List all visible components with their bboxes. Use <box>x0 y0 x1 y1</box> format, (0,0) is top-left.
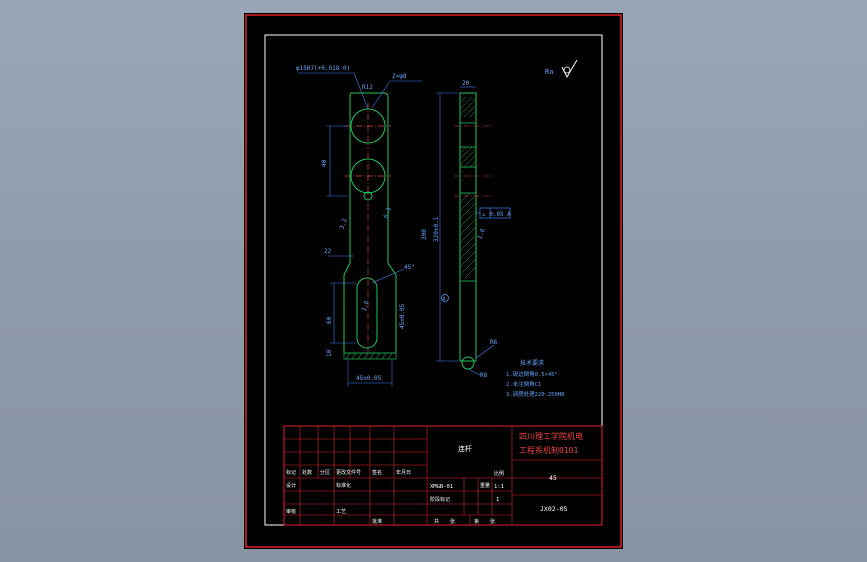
drawing-label: 工艺 <box>336 509 346 515</box>
drawing-label: 第 <box>474 518 479 525</box>
drawing-label: R8 <box>480 372 488 379</box>
drawing-no: XMGB-01 <box>430 484 453 490</box>
drawing-label: Ra <box>545 68 553 76</box>
drawing-label: 320±0.1 <box>433 216 440 242</box>
drawing-label: 3.2 <box>338 217 348 230</box>
material: 45 <box>549 474 557 482</box>
drawing-label: 20 <box>462 80 470 87</box>
drawing-label: 张 <box>490 518 495 525</box>
drawing-label: ⊥ 0.05 A <box>482 211 511 218</box>
drawing-label: 标记 <box>286 469 296 476</box>
drawing-label: 60 <box>326 316 333 324</box>
drawing-label: 1.锐边倒角0.5×45° <box>506 370 558 378</box>
drawing-code: JX02-05 <box>540 505 567 513</box>
school-line-2: 工程系机制0101 <box>519 445 578 455</box>
front-view: φ15H7(+0.018 0) 2×φ8 R12 40 22 3.2 45° 6… <box>296 65 422 387</box>
drawing-label: 1.6 <box>476 227 486 240</box>
school-line-1: 四川理工学院机电 <box>519 431 583 441</box>
drawing-label: 分区 <box>320 469 330 476</box>
drawing-label: 45±0.05 <box>356 375 382 382</box>
drawing-label: 技术要求 <box>520 359 544 367</box>
sheet-number: 1 <box>496 497 499 503</box>
drawing-label: 40 <box>321 159 328 167</box>
drawing-label: 2×φ8 <box>392 73 407 80</box>
drawing-label: 45±0.05 <box>399 303 406 329</box>
drawing-label: R12 <box>362 84 373 91</box>
drawing-sheet: Ra φ15H7(+0.018 0) 2×φ8 R12 40 22 3.2 45… <box>244 13 623 549</box>
drawing-label: 张 <box>450 518 455 525</box>
drawing-label: 重量 <box>480 482 490 489</box>
side-view: 320±0.1 300 20 ⊥ 0.05 A A R6 R8 1.6 <box>421 80 511 379</box>
drawing-label: 共 <box>434 518 439 525</box>
technical-notes: 技术要求 1.锐边倒角0.5×45° 2.未注倒角C1 3.调质处理220-25… <box>506 359 565 398</box>
drawing-label: 标准化 <box>336 482 351 489</box>
drawing-label: 6.3 <box>382 206 392 219</box>
drawing-label: 45° <box>404 264 415 271</box>
scale: 1:1 <box>494 484 504 490</box>
drawing-label: 签名 <box>372 469 382 476</box>
drawing-label: 审核 <box>286 508 296 515</box>
drawing-label: R6 <box>490 339 498 346</box>
slot <box>356 277 378 349</box>
drawing-label: 阶段标记 <box>430 496 450 503</box>
part-name: 连杆 <box>458 444 472 453</box>
drawing-label: 设计 <box>286 482 296 489</box>
drawing-label: A <box>443 297 446 303</box>
cad-drawing: Ra φ15H7(+0.018 0) 2×φ8 R12 40 22 3.2 45… <box>245 14 622 548</box>
drawing-label: 批准 <box>372 518 382 525</box>
title-block: 四川理工学院机电 工程系机制0101 连杆 45 JX02-05 XMGB-01… <box>283 425 603 526</box>
drawing-label: 22 <box>324 248 332 255</box>
drawing-label: 300 <box>421 229 428 240</box>
drawing-label: 10 <box>326 349 333 357</box>
drawing-label: 1.6 <box>360 299 370 312</box>
drawing-label: 处数 <box>302 469 312 476</box>
drawing-label: 3.调质处理220-250HB <box>506 390 565 398</box>
drawing-label: φ15H7(+0.018 0) <box>296 65 350 72</box>
drawing-label: 2.未注倒角C1 <box>506 380 541 388</box>
roughness-symbol: Ra <box>545 59 578 79</box>
outer-frame <box>245 14 622 548</box>
drawing-label: 年月日 <box>396 469 411 476</box>
drawing-label: 更改文件号 <box>336 469 361 476</box>
drawing-label: 比例 <box>494 470 504 477</box>
